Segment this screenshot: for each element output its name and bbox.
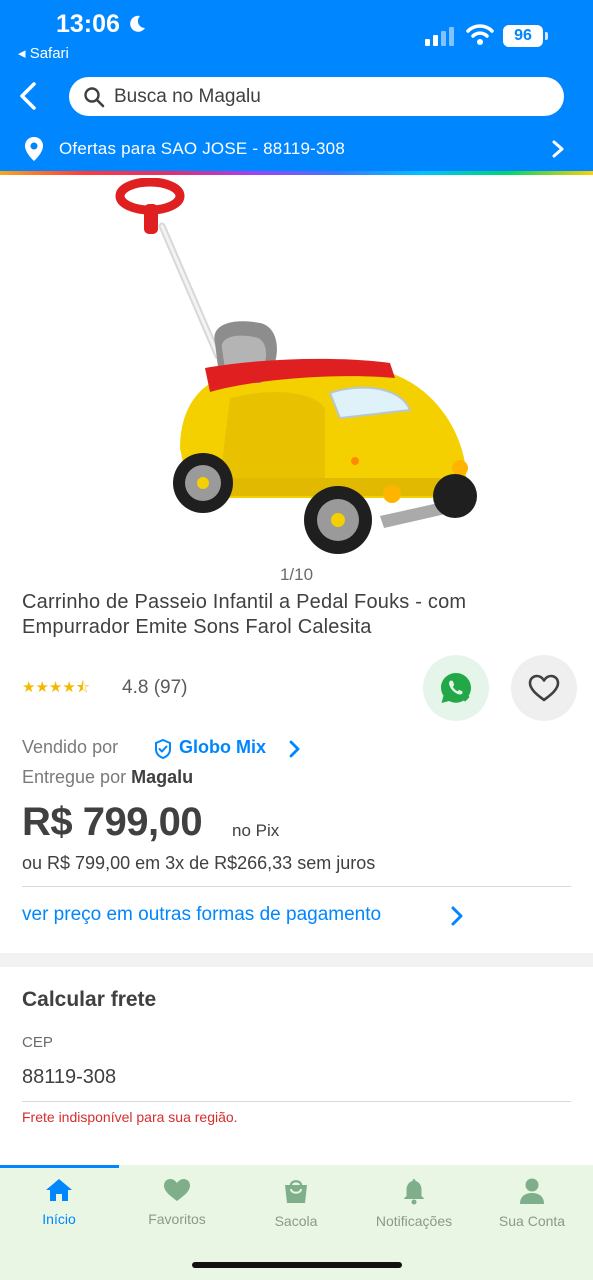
back-to-safari[interactable]: ◂ Safari [18,44,69,62]
home-icon [46,1179,72,1201]
header-rainbow-divider [0,171,593,175]
section-separator [0,953,593,967]
seller-link[interactable]: Globo Mix [179,737,266,758]
bag-icon [285,1180,307,1203]
price: R$ 799,00 [22,800,203,844]
header: 13:06 ◂ Safari 96 Busca no Magalu Oferta… [0,0,593,172]
whatsapp-icon [441,673,471,703]
location-pin-icon [25,137,43,161]
delivered-by-label: Entregue por [22,767,127,787]
user-icon [520,1178,544,1204]
search-icon [84,87,105,108]
active-tab-indicator [0,1165,119,1168]
cep-field[interactable]: 88119-308 [22,1066,116,1089]
favorite-button[interactable] [511,655,577,721]
rating[interactable]: ★★★★⯪ 4.8 (97) [22,677,187,702]
product-title: Carrinho de Passeio Infantil a Pedal Fou… [22,591,467,638]
cep-underline [22,1101,571,1102]
moon-icon [130,15,145,32]
delivered-by: Entregue por Magalu [22,767,193,788]
rating-value: 4.8 (97) [122,677,188,698]
chevron-right-icon[interactable] [449,905,465,927]
status-time: 13:06 [56,10,120,38]
battery-tip [545,32,548,40]
bell-icon [403,1179,425,1205]
nav-label: Início [42,1211,76,1227]
verified-shield-icon [155,738,171,760]
nav-label: Notificações [375,1213,453,1229]
sold-by-label: Vendido por [22,737,119,757]
nav-label: Sua Conta [498,1213,566,1229]
shipping-title: Calcular frete [22,988,157,1011]
location-selector[interactable]: Ofertas para SAO JOSE - 88119-308 [59,139,345,159]
nav-item-favoritos[interactable]: Favoritos [118,1177,236,1227]
heart-icon [164,1179,190,1201]
product-image[interactable] [110,178,490,568]
chevron-right-icon[interactable] [288,739,302,759]
nav-item-inicio[interactable]: Início [0,1177,118,1227]
battery-indicator: 96 [503,25,543,47]
heart-outline-icon [528,674,560,702]
image-pager: 1/10 [279,565,314,584]
nav-label: Sacola [274,1213,318,1229]
nav-item-notificacoes[interactable]: Notificações [355,1177,473,1229]
signal-icon [425,27,454,46]
installments: ou R$ 799,00 em 3x de R$266,33 sem juros [22,853,376,873]
search-input[interactable]: Busca no Magalu [69,77,564,116]
search-placeholder: Busca no Magalu [114,86,261,107]
divider [22,886,571,887]
shipping-error: Frete indisponível para sua região. [22,1109,238,1125]
payment-options-link[interactable]: ver preço em outras formas de pagamento [22,904,381,926]
nav-item-sacola[interactable]: Sacola [237,1177,355,1229]
cep-label: CEP [22,1034,53,1051]
chevron-right-icon[interactable] [550,139,566,159]
back-icon[interactable] [14,78,46,114]
home-indicator [192,1262,402,1268]
whatsapp-share-button[interactable] [423,655,489,721]
price-suffix: no Pix [232,821,280,840]
nav-item-sua-conta[interactable]: Sua Conta [473,1177,591,1229]
rating-stars: ★★★★⯪ [22,679,90,696]
delivered-by-name: Magalu [131,767,194,787]
nav-label: Favoritos [148,1211,206,1227]
wifi-icon [466,24,494,45]
